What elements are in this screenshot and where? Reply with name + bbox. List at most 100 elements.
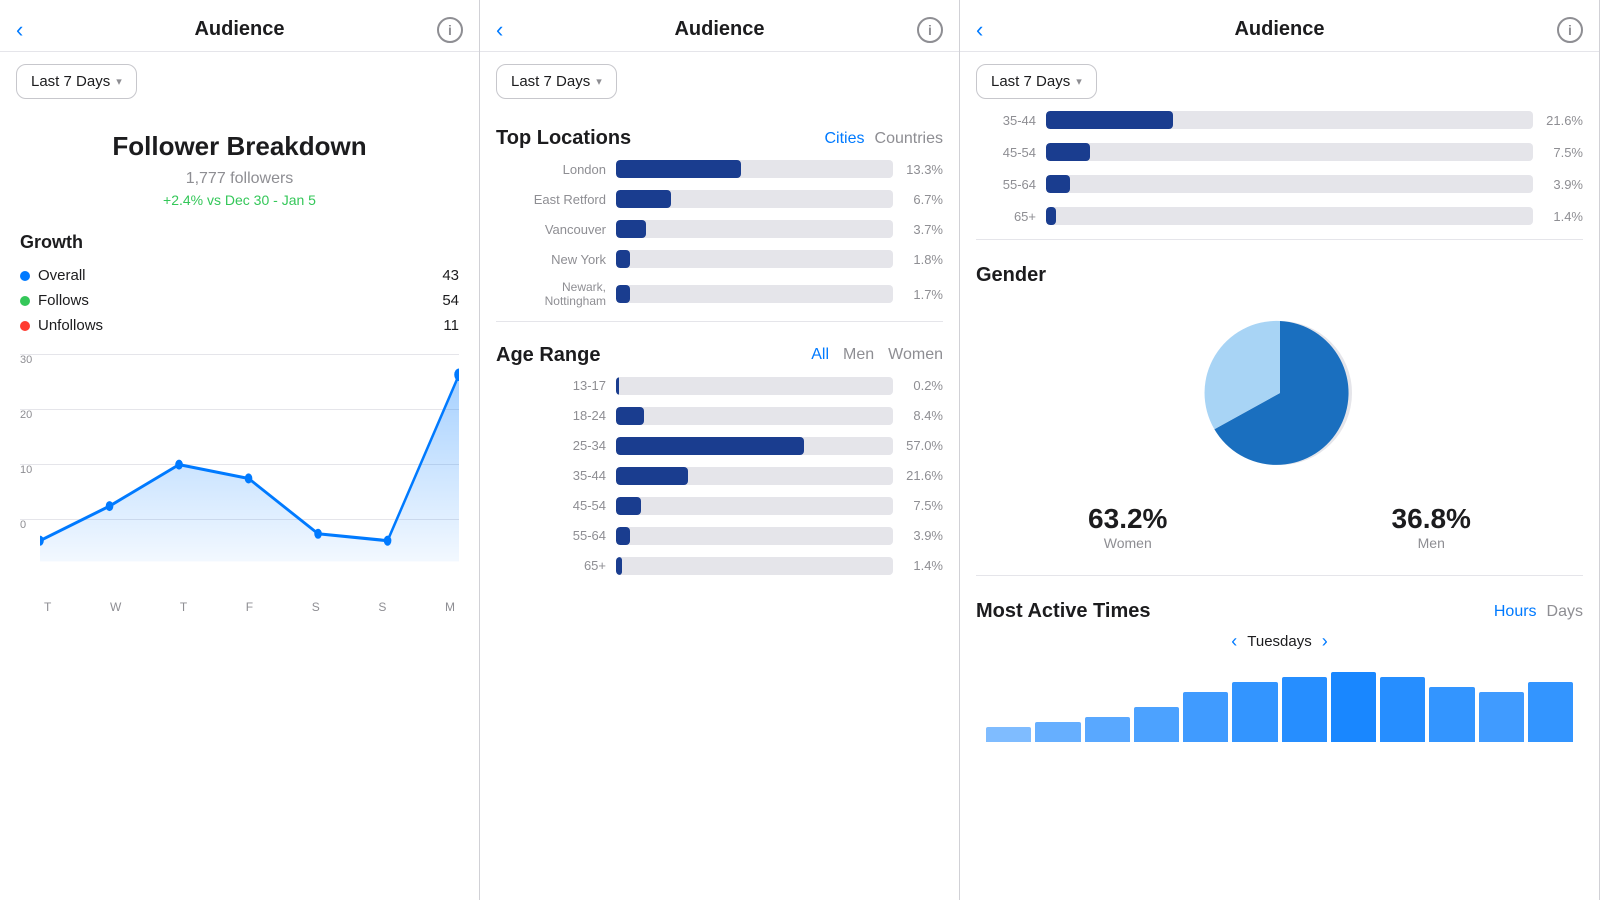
tab-cities[interactable]: Cities bbox=[825, 130, 865, 148]
info-button-3[interactable]: i bbox=[1557, 17, 1583, 43]
prev-day-button[interactable]: ‹ bbox=[1231, 631, 1237, 652]
follows-value: 54 bbox=[442, 292, 459, 309]
section-divider-3 bbox=[976, 239, 1583, 240]
info-button-2[interactable]: i bbox=[917, 17, 943, 43]
y-label-30: 30 bbox=[20, 354, 32, 366]
filter-button-1[interactable]: Last 7 Days ▾ bbox=[16, 64, 137, 99]
panel-title-3: Audience bbox=[1234, 18, 1324, 41]
age-fill-45-54 bbox=[616, 497, 641, 515]
tab-countries[interactable]: Countries bbox=[875, 130, 943, 148]
hour-bar-3 bbox=[1085, 717, 1130, 742]
bar-label-newark: Newark,Nottingham bbox=[496, 280, 616, 309]
chevron-icon-1: ▾ bbox=[116, 75, 122, 88]
chart-x-labels: T W T F S S M bbox=[40, 596, 459, 614]
bar-fill-vancouver bbox=[616, 220, 646, 238]
tab-women[interactable]: Women bbox=[888, 346, 943, 364]
back-button-3[interactable]: ‹ bbox=[976, 17, 983, 43]
tab-hours[interactable]: Hours bbox=[1494, 603, 1537, 621]
p3-age-fill-55-64 bbox=[1046, 175, 1070, 193]
age-fill-13-17 bbox=[616, 377, 619, 395]
bar-pct-vancouver: 3.7% bbox=[893, 222, 943, 237]
age-pct-18-24: 8.4% bbox=[893, 408, 943, 423]
age-pct-25-34: 57.0% bbox=[893, 438, 943, 453]
age-label-25-34: 25-34 bbox=[496, 438, 616, 453]
p3-age-track-65plus bbox=[1046, 207, 1533, 225]
follower-change: +2.4% vs Dec 30 - Jan 5 bbox=[20, 192, 459, 208]
bar-label-vancouver: Vancouver bbox=[496, 222, 616, 237]
filter-button-2[interactable]: Last 7 Days ▾ bbox=[496, 64, 617, 99]
header-2: ‹ Audience i bbox=[480, 0, 959, 52]
overall-dot bbox=[20, 271, 30, 281]
age-bar-35-44: 35-44 21.6% bbox=[496, 467, 943, 485]
y-label-20: 20 bbox=[20, 409, 32, 421]
age-bar-65plus: 65+ 1.4% bbox=[496, 557, 943, 575]
p3-age-fill-65plus bbox=[1046, 207, 1056, 225]
hour-bar-1 bbox=[986, 727, 1031, 742]
legend-follows: Follows 54 bbox=[20, 292, 459, 309]
chart-dot bbox=[175, 460, 183, 470]
age-label-65plus: 65+ bbox=[496, 558, 616, 573]
overall-value: 43 bbox=[442, 267, 459, 284]
info-button-1[interactable]: i bbox=[437, 17, 463, 43]
bar-pct-london: 13.3% bbox=[893, 162, 943, 177]
women-pct: 63.2% bbox=[1088, 503, 1167, 535]
back-button-2[interactable]: ‹ bbox=[496, 17, 503, 43]
active-time-tabs: Hours Days bbox=[1494, 603, 1583, 621]
y-label-0: 0 bbox=[20, 519, 26, 531]
p3-age-pct-45-54: 7.5% bbox=[1533, 145, 1583, 160]
age-fill-25-34 bbox=[616, 437, 804, 455]
age-bar-25-34: 25-34 57.0% bbox=[496, 437, 943, 455]
tab-men[interactable]: Men bbox=[843, 346, 874, 364]
next-day-button[interactable]: › bbox=[1322, 631, 1328, 652]
back-button-1[interactable]: ‹ bbox=[16, 17, 23, 43]
bar-pct-newyork: 1.8% bbox=[893, 252, 943, 267]
hour-bar-6 bbox=[1232, 682, 1277, 742]
age-range-header: Age Range All Men Women bbox=[496, 334, 943, 377]
age-bar-18-24: 18-24 8.4% bbox=[496, 407, 943, 425]
p3-age-bar-45-54: 45-54 7.5% bbox=[976, 143, 1583, 161]
panel-1: ‹ Audience i Last 7 Days ▾ Follower Brea… bbox=[0, 0, 480, 900]
pie-chart bbox=[1190, 303, 1370, 483]
unfollows-value: 11 bbox=[443, 317, 459, 334]
pie-svg bbox=[1190, 303, 1370, 483]
age-fill-65plus bbox=[616, 557, 622, 575]
x-label-w: W bbox=[110, 600, 121, 614]
chart-dot bbox=[245, 473, 253, 483]
section-divider bbox=[496, 321, 943, 322]
bar-track-eastretford bbox=[616, 190, 893, 208]
age-pct-55-64: 3.9% bbox=[893, 528, 943, 543]
p3-age-bar-35-44: 35-44 21.6% bbox=[976, 111, 1583, 129]
p3-age-track-45-54 bbox=[1046, 143, 1533, 161]
filter-label-2: Last 7 Days bbox=[511, 73, 590, 90]
legend-unfollows: Unfollows 11 bbox=[20, 317, 459, 334]
bar-track-newark bbox=[616, 285, 893, 303]
panel-title-2: Audience bbox=[674, 18, 764, 41]
age-label-13-17: 13-17 bbox=[496, 378, 616, 393]
hours-bar-chart bbox=[976, 662, 1583, 742]
filter-button-3[interactable]: Last 7 Days ▾ bbox=[976, 64, 1097, 99]
bar-row-vancouver: Vancouver 3.7% bbox=[496, 220, 943, 238]
tab-days[interactable]: Days bbox=[1547, 603, 1583, 621]
hour-bar-12 bbox=[1528, 682, 1573, 742]
top-locations-header: Top Locations Cities Countries bbox=[496, 111, 943, 160]
chart-dot bbox=[314, 529, 322, 539]
gender-title: Gender bbox=[976, 264, 1583, 287]
x-label-s1: S bbox=[312, 600, 320, 614]
p3-age-fill-45-54 bbox=[1046, 143, 1090, 161]
p3-age-bar-65plus: 65+ 1.4% bbox=[976, 207, 1583, 225]
panel-2: ‹ Audience i Last 7 Days ▾ Top Locations… bbox=[480, 0, 960, 900]
bar-track-london bbox=[616, 160, 893, 178]
chart-dot bbox=[384, 536, 392, 546]
most-active-header: Most Active Times Hours Days bbox=[976, 588, 1583, 631]
age-track-55-64 bbox=[616, 527, 893, 545]
women-label: Women bbox=[1088, 535, 1167, 551]
age-pct-35-44: 21.6% bbox=[893, 468, 943, 483]
women-stat: 63.2% Women bbox=[1088, 503, 1167, 551]
gender-chart-area: 63.2% Women 36.8% Men bbox=[976, 303, 1583, 551]
filter-row-2: Last 7 Days ▾ bbox=[480, 52, 959, 111]
hour-bar-11 bbox=[1479, 692, 1524, 742]
panel3-main: 35-44 21.6% 45-54 7.5% 55-64 3.9% 65+ bbox=[960, 111, 1599, 891]
gender-stats: 63.2% Women 36.8% Men bbox=[976, 503, 1583, 551]
top-locations-title: Top Locations bbox=[496, 127, 631, 150]
tab-all[interactable]: All bbox=[811, 346, 829, 364]
